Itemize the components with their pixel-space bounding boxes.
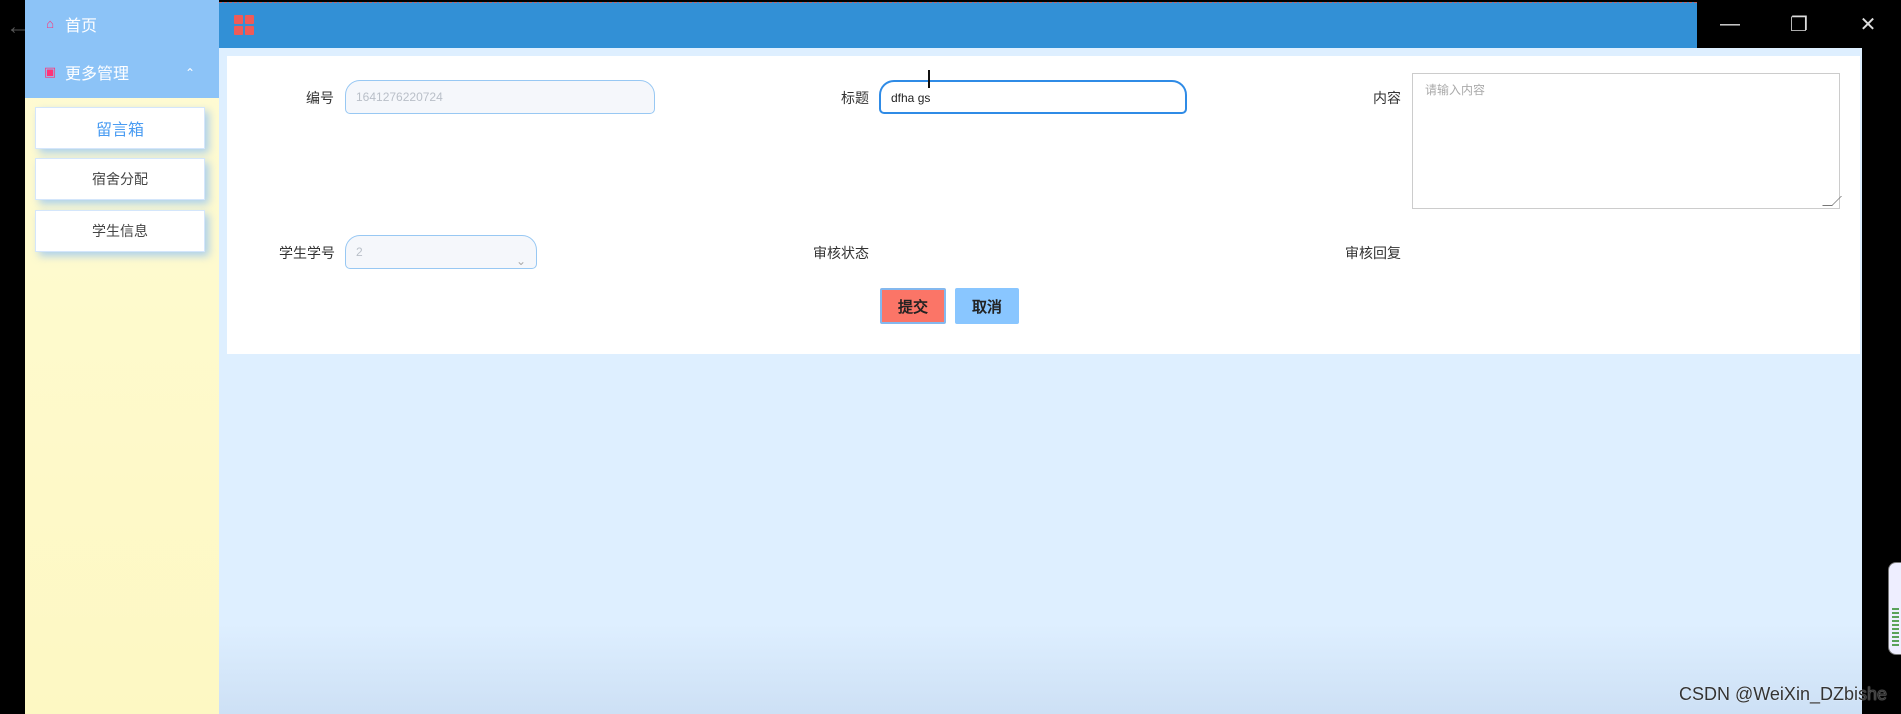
submit-button[interactable]: 提交 (880, 288, 946, 324)
background-gradient (219, 624, 1862, 714)
resize-handle-icon[interactable] (1822, 196, 1842, 206)
sidebar-home-item[interactable]: ⌂ 首页 (43, 9, 97, 39)
close-icon[interactable]: ✕ (1848, 6, 1888, 42)
grid-icon[interactable] (234, 15, 254, 35)
sidebar-more-label: 更多管理 (65, 66, 130, 83)
student-id-select[interactable]: 2 ⌄ (345, 235, 537, 269)
student-id-label: 学生学号 (279, 245, 335, 261)
title-input[interactable]: dfha gs (879, 80, 1187, 114)
review-status-label: 审核状态 (813, 245, 869, 261)
content-label: 内容 (1373, 90, 1401, 106)
chevron-down-icon: ⌄ (515, 254, 526, 268)
sidebar-item-label: 宿舍分配 (92, 171, 148, 187)
main-content: 编号 1641276220724 标题 dfha gs 内容 请输入内容 学生学… (219, 48, 1862, 714)
cancel-button[interactable]: 取消 (955, 288, 1019, 324)
sidebar-item-label: 学生信息 (92, 223, 148, 239)
title-label: 标题 (841, 90, 869, 106)
restore-icon[interactable]: ❐ (1779, 6, 1819, 42)
text-cursor (928, 70, 930, 88)
review-reply-label: 审核回复 (1345, 245, 1401, 261)
scroll-widget[interactable] (1888, 562, 1901, 655)
folder-icon: ▣ (43, 64, 57, 79)
sidebar-item-dormitory-allocation[interactable]: 宿舍分配 (35, 158, 205, 200)
top-bar (219, 2, 1697, 49)
watermark: CSDN @WeiXin_DZbishe (1678, 684, 1887, 704)
id-label: 编号 (306, 90, 334, 106)
id-input[interactable]: 1641276220724 (345, 80, 655, 114)
home-icon: ⌂ (46, 16, 54, 31)
sidebar-home-label: 首页 (65, 18, 98, 35)
sidebar-item-student-info[interactable]: 学生信息 (35, 210, 205, 252)
message-form-panel: 编号 1641276220724 标题 dfha gs 内容 请输入内容 学生学… (227, 56, 1860, 354)
sidebar-item-message-box[interactable]: 留言箱 (35, 107, 205, 149)
content-textarea[interactable]: 请输入内容 (1412, 73, 1842, 209)
student-id-value: 2 (356, 245, 363, 259)
window-controls: — ❐ ✕ (1697, 0, 1901, 48)
chevron-up-icon[interactable]: ⌃ (185, 66, 195, 80)
minimize-icon[interactable]: — (1710, 6, 1750, 42)
outer-left-bar (0, 0, 25, 714)
content-placeholder: 请输入内容 (1425, 83, 1486, 97)
sidebar-more-management[interactable]: ▣ 更多管理 (43, 57, 129, 87)
sidebar-header: ⌂ 首页 ▣ 更多管理 ⌃ (25, 0, 219, 98)
sidebar: ⌂ 首页 ▣ 更多管理 ⌃ 留言箱 宿舍分配 学生信息 (25, 0, 219, 714)
sidebar-item-label: 留言箱 (95, 122, 144, 139)
